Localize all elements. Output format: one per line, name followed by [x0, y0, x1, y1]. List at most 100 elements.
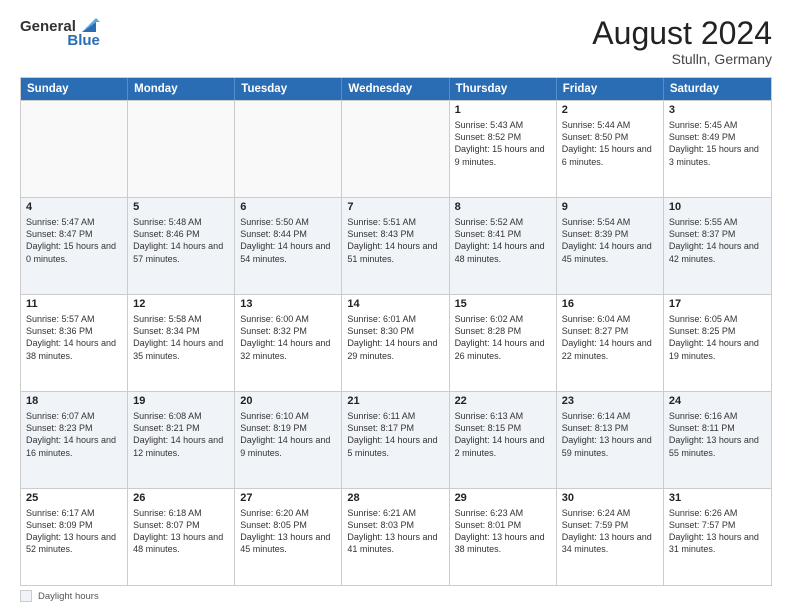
day-info: Sunrise: 6:23 AM Sunset: 8:01 PM Dayligh… — [455, 507, 551, 556]
title-month: August 2024 — [592, 16, 772, 51]
day-info: Sunrise: 5:44 AM Sunset: 8:50 PM Dayligh… — [562, 119, 658, 168]
day-number: 18 — [26, 395, 122, 407]
day-number: 4 — [26, 201, 122, 213]
logo-blue-text: Blue — [67, 32, 100, 49]
day-number: 20 — [240, 395, 336, 407]
calendar-header: SundayMondayTuesdayWednesdayThursdayFrid… — [21, 78, 771, 100]
calendar-cell: 31 Sunrise: 6:26 AM Sunset: 7:57 PM Dayli… — [664, 489, 771, 585]
header: General Blue August 2024 Stulln, Germany — [20, 16, 772, 67]
day-info: Sunrise: 6:21 AM Sunset: 8:03 PM Dayligh… — [347, 507, 443, 556]
calendar-cell: 4 Sunrise: 5:47 AM Sunset: 8:47 PM Daylig… — [21, 198, 128, 294]
day-info: Sunrise: 6:05 AM Sunset: 8:25 PM Dayligh… — [669, 313, 766, 362]
cal-header-cell: Friday — [557, 78, 664, 100]
day-number: 16 — [562, 298, 658, 310]
cal-header-cell: Wednesday — [342, 78, 449, 100]
day-info: Sunrise: 5:55 AM Sunset: 8:37 PM Dayligh… — [669, 216, 766, 265]
day-number: 8 — [455, 201, 551, 213]
cal-header-cell: Sunday — [21, 78, 128, 100]
calendar-cell: 13 Sunrise: 6:00 AM Sunset: 8:32 PM Dayli… — [235, 295, 342, 391]
calendar-cell: 26 Sunrise: 6:18 AM Sunset: 8:07 PM Dayli… — [128, 489, 235, 585]
day-number: 9 — [562, 201, 658, 213]
day-info: Sunrise: 5:48 AM Sunset: 8:46 PM Dayligh… — [133, 216, 229, 265]
calendar-cell: 9 Sunrise: 5:54 AM Sunset: 8:39 PM Daylig… — [557, 198, 664, 294]
calendar-row: 18Sunrise: 6:07 AM Sunset: 8:23 PM Dayli… — [21, 391, 771, 488]
calendar-cell: 19 Sunrise: 6:08 AM Sunset: 8:21 PM Dayli… — [128, 392, 235, 488]
calendar-cell: 1Sunrise: 5:43 AM Sunset: 8:52 PM Daylig… — [450, 101, 557, 197]
day-number: 10 — [669, 201, 766, 213]
calendar-cell: 2Sunrise: 5:44 AM Sunset: 8:50 PM Daylig… — [557, 101, 664, 197]
day-info: Sunrise: 6:13 AM Sunset: 8:15 PM Dayligh… — [455, 410, 551, 459]
calendar-cell: 8 Sunrise: 5:52 AM Sunset: 8:41 PM Daylig… — [450, 198, 557, 294]
day-number: 22 — [455, 395, 551, 407]
day-info: Sunrise: 6:24 AM Sunset: 7:59 PM Dayligh… — [562, 507, 658, 556]
calendar-cell: 15 Sunrise: 6:02 AM Sunset: 8:28 PM Dayli… — [450, 295, 557, 391]
day-number: 24 — [669, 395, 766, 407]
day-number: 17 — [669, 298, 766, 310]
calendar-cell: 14Sunrise: 6:01 AM Sunset: 8:30 PM Dayli… — [342, 295, 449, 391]
calendar: SundayMondayTuesdayWednesdayThursdayFrid… — [20, 77, 772, 586]
day-info: Sunrise: 6:11 AM Sunset: 8:17 PM Dayligh… — [347, 410, 443, 459]
logo: General Blue — [20, 16, 100, 49]
footer-box — [20, 590, 32, 602]
day-info: Sunrise: 5:54 AM Sunset: 8:39 PM Dayligh… — [562, 216, 658, 265]
calendar-cell: 3Sunrise: 5:45 AM Sunset: 8:49 PM Daylig… — [664, 101, 771, 197]
calendar-cell: 23 Sunrise: 6:14 AM Sunset: 8:13 PM Dayli… — [557, 392, 664, 488]
day-number: 3 — [669, 104, 766, 116]
calendar-cell: 7Sunrise: 5:51 AM Sunset: 8:43 PM Daylig… — [342, 198, 449, 294]
calendar-row: 4 Sunrise: 5:47 AM Sunset: 8:47 PM Daylig… — [21, 197, 771, 294]
calendar-cell — [21, 101, 128, 197]
day-number: 7 — [347, 201, 443, 213]
cal-header-cell: Tuesday — [235, 78, 342, 100]
day-info: Sunrise: 6:04 AM Sunset: 8:27 PM Dayligh… — [562, 313, 658, 362]
calendar-cell: 10 Sunrise: 5:55 AM Sunset: 8:37 PM Dayli… — [664, 198, 771, 294]
day-number: 27 — [240, 492, 336, 504]
calendar-cell: 30 Sunrise: 6:24 AM Sunset: 7:59 PM Dayli… — [557, 489, 664, 585]
calendar-cell: 25 Sunrise: 6:17 AM Sunset: 8:09 PM Dayli… — [21, 489, 128, 585]
day-info: Sunrise: 5:47 AM Sunset: 8:47 PM Dayligh… — [26, 216, 122, 265]
day-info: Sunrise: 5:43 AM Sunset: 8:52 PM Dayligh… — [455, 119, 551, 168]
day-info: Sunrise: 6:10 AM Sunset: 8:19 PM Dayligh… — [240, 410, 336, 459]
day-number: 25 — [26, 492, 122, 504]
calendar-row: 11Sunrise: 5:57 AM Sunset: 8:36 PM Dayli… — [21, 294, 771, 391]
calendar-cell: 16 Sunrise: 6:04 AM Sunset: 8:27 PM Dayli… — [557, 295, 664, 391]
day-number: 23 — [562, 395, 658, 407]
cal-header-cell: Saturday — [664, 78, 771, 100]
footer-label: Daylight hours — [38, 591, 99, 602]
day-info: Sunrise: 6:14 AM Sunset: 8:13 PM Dayligh… — [562, 410, 658, 459]
cal-header-cell: Thursday — [450, 78, 557, 100]
day-number: 5 — [133, 201, 229, 213]
calendar-cell: 24 Sunrise: 6:16 AM Sunset: 8:11 PM Dayli… — [664, 392, 771, 488]
calendar-cell: 20 Sunrise: 6:10 AM Sunset: 8:19 PM Dayli… — [235, 392, 342, 488]
day-number: 30 — [562, 492, 658, 504]
calendar-row: 25 Sunrise: 6:17 AM Sunset: 8:09 PM Dayli… — [21, 488, 771, 585]
title-location: Stulln, Germany — [592, 51, 772, 67]
calendar-cell: 28 Sunrise: 6:21 AM Sunset: 8:03 PM Dayli… — [342, 489, 449, 585]
day-info: Sunrise: 6:16 AM Sunset: 8:11 PM Dayligh… — [669, 410, 766, 459]
day-info: Sunrise: 6:26 AM Sunset: 7:57 PM Dayligh… — [669, 507, 766, 556]
day-info: Sunrise: 6:18 AM Sunset: 8:07 PM Dayligh… — [133, 507, 229, 556]
day-info: Sunrise: 6:08 AM Sunset: 8:21 PM Dayligh… — [133, 410, 229, 459]
day-number: 19 — [133, 395, 229, 407]
day-number: 29 — [455, 492, 551, 504]
calendar-cell — [128, 101, 235, 197]
day-number: 28 — [347, 492, 443, 504]
day-number: 13 — [240, 298, 336, 310]
day-info: Sunrise: 6:02 AM Sunset: 8:28 PM Dayligh… — [455, 313, 551, 362]
day-info: Sunrise: 5:57 AM Sunset: 8:36 PM Dayligh… — [26, 313, 122, 362]
calendar-cell: 12Sunrise: 5:58 AM Sunset: 8:34 PM Dayli… — [128, 295, 235, 391]
calendar-row: 1Sunrise: 5:43 AM Sunset: 8:52 PM Daylig… — [21, 100, 771, 197]
calendar-cell: 17 Sunrise: 6:05 AM Sunset: 8:25 PM Dayli… — [664, 295, 771, 391]
day-number: 6 — [240, 201, 336, 213]
day-number: 15 — [455, 298, 551, 310]
day-info: Sunrise: 6:17 AM Sunset: 8:09 PM Dayligh… — [26, 507, 122, 556]
cal-header-cell: Monday — [128, 78, 235, 100]
day-number: 26 — [133, 492, 229, 504]
day-info: Sunrise: 6:01 AM Sunset: 8:30 PM Dayligh… — [347, 313, 443, 362]
day-number: 21 — [347, 395, 443, 407]
calendar-cell — [342, 101, 449, 197]
day-info: Sunrise: 6:00 AM Sunset: 8:32 PM Dayligh… — [240, 313, 336, 362]
day-info: Sunrise: 5:52 AM Sunset: 8:41 PM Dayligh… — [455, 216, 551, 265]
day-number: 12 — [133, 298, 229, 310]
calendar-cell — [235, 101, 342, 197]
day-number: 31 — [669, 492, 766, 504]
